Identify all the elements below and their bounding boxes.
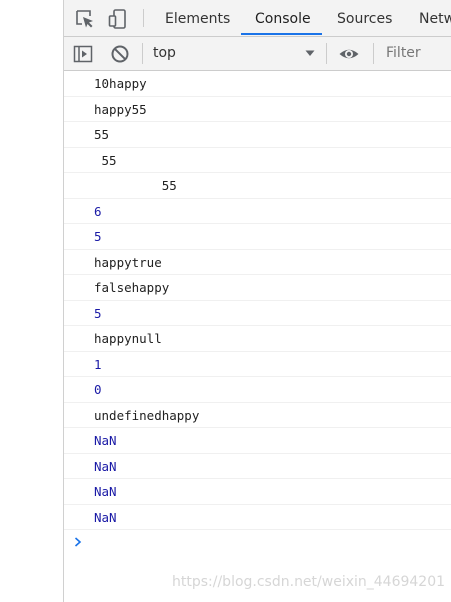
console-message: falsehappy — [64, 275, 451, 301]
tab-elements[interactable]: Elements — [165, 0, 230, 36]
console-toolbar: top — [64, 37, 451, 71]
inspect-element-icon[interactable] — [74, 8, 96, 30]
console-message: 1 — [64, 352, 451, 377]
console-message: NaN — [64, 454, 451, 479]
console-message: 55 — [64, 148, 451, 173]
chevron-right-icon — [74, 537, 82, 547]
console-message: happytrue — [64, 250, 451, 275]
console-message: NaN — [64, 479, 451, 505]
console-message: NaN — [64, 505, 451, 530]
console-message: 10happy — [64, 71, 451, 97]
show-console-sidebar-icon[interactable] — [72, 43, 94, 65]
page: Elements Console Sources Netw top Filter… — [0, 0, 451, 602]
devtools-tabbar: Elements Console Sources Netw — [64, 0, 451, 37]
tab-console[interactable]: Console — [255, 0, 311, 36]
toolbar-separator — [142, 43, 143, 64]
toolbar-separator — [373, 43, 374, 64]
console-message: NaN — [64, 428, 451, 454]
console-message: 5 — [64, 301, 451, 326]
console-prompt[interactable] — [64, 530, 451, 554]
watermark: https://blog.csdn.net/weixin_44694201 — [172, 574, 446, 590]
toolbar-separator — [143, 9, 144, 27]
active-tab-indicator — [241, 33, 322, 35]
tab-network[interactable]: Netw — [419, 0, 451, 36]
eye-icon[interactable] — [338, 43, 360, 65]
chevron-down-icon — [305, 42, 315, 64]
context-selector[interactable]: top — [153, 42, 319, 64]
console-message: undefinedhappy — [64, 403, 451, 428]
page-viewport — [0, 0, 63, 602]
toolbar-separator — [326, 43, 327, 64]
console-message: 55 — [64, 122, 451, 148]
device-toolbar-icon[interactable] — [107, 8, 129, 30]
console-message: 0 — [64, 377, 451, 403]
console-message: happynull — [64, 326, 451, 352]
context-selector-value: top — [153, 45, 176, 61]
console-message: 5 — [64, 224, 451, 250]
console-message: 55 — [64, 173, 451, 199]
devtools-panel: Elements Console Sources Netw top Filter… — [64, 0, 451, 602]
console-message: 6 — [64, 199, 451, 224]
console-message: happy55 — [64, 97, 451, 122]
console-messages: 10happy happy55 55 55 55 6 5 happytrue falseha… — [64, 71, 451, 554]
filter-input[interactable] — [382, 42, 451, 64]
clear-console-icon[interactable] — [109, 43, 131, 65]
tab-sources[interactable]: Sources — [337, 0, 392, 36]
